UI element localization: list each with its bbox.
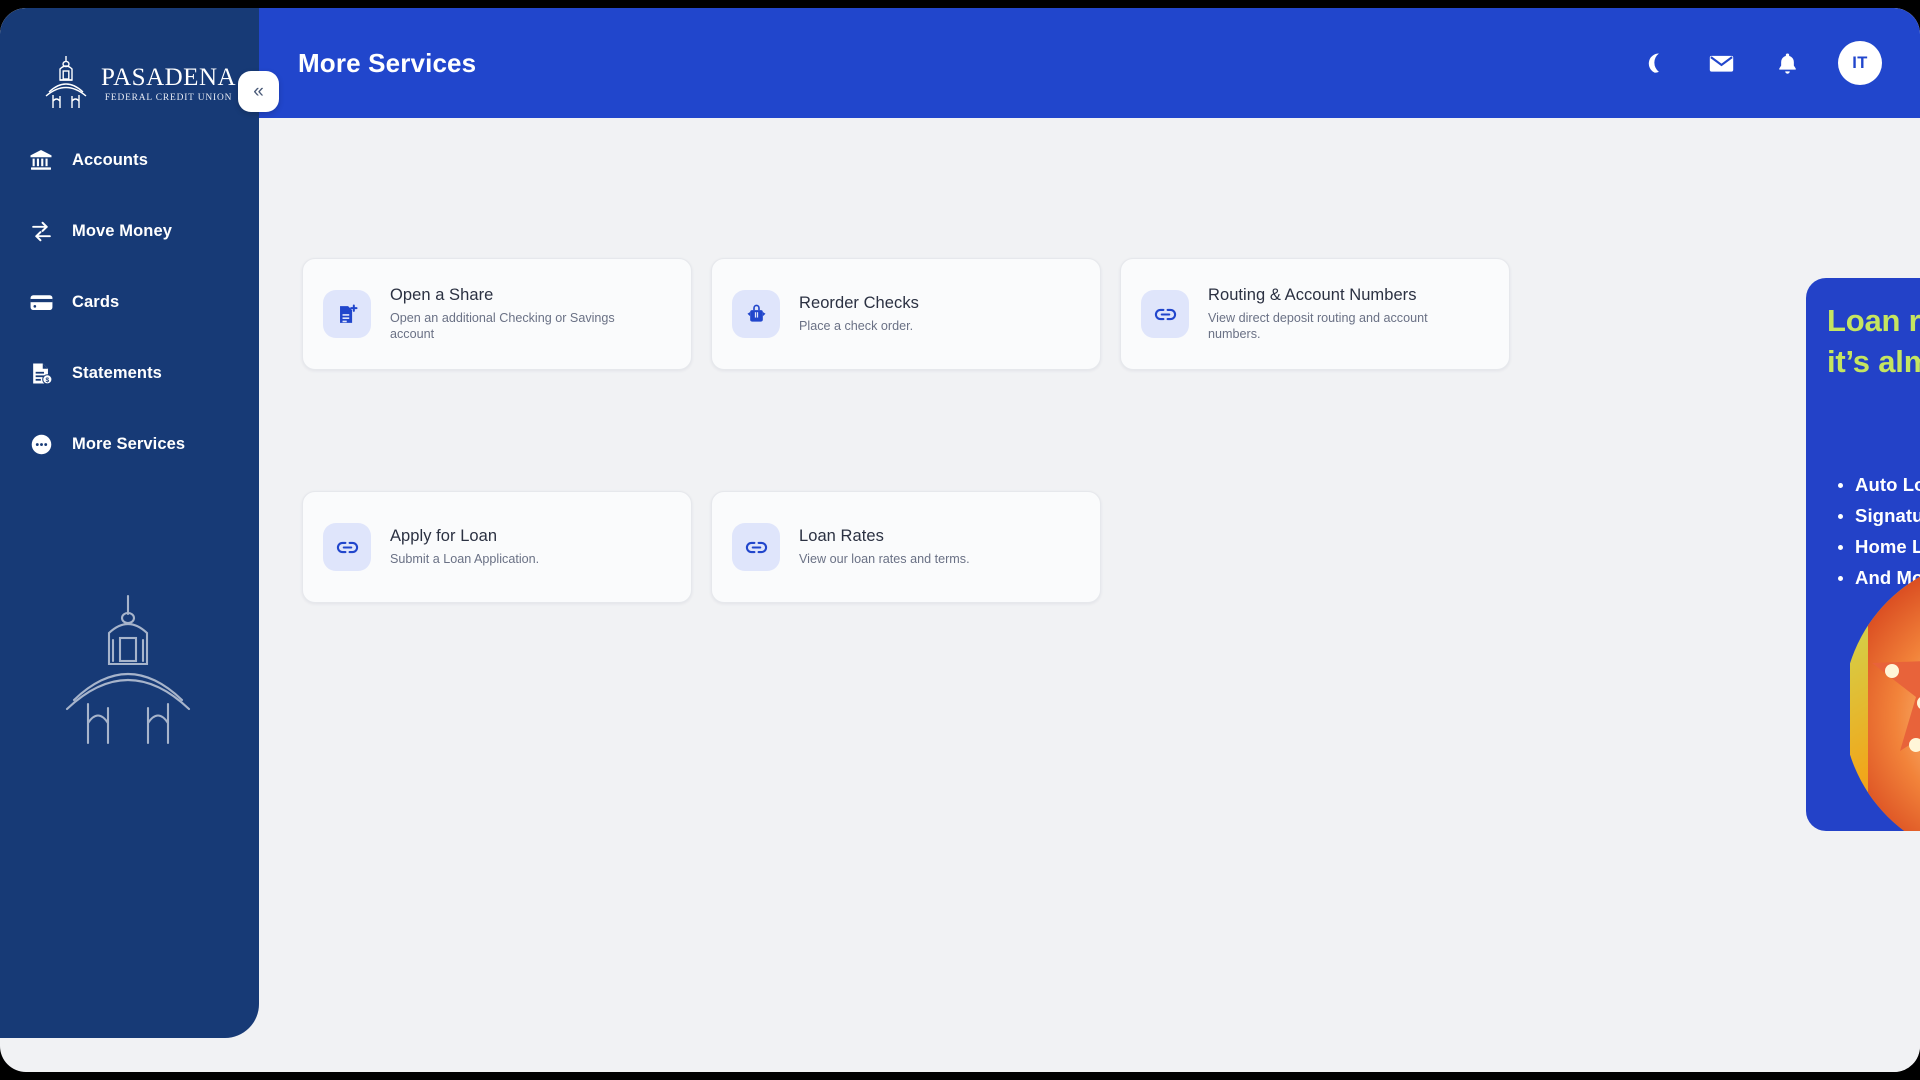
top-header: More Services IT xyxy=(259,8,1920,118)
sidebar-item-statements[interactable]: $ Statements xyxy=(0,349,259,397)
sidebar-item-label: Accounts xyxy=(72,150,148,169)
main-content: Share Services Open a Share Open an addi… xyxy=(259,118,1920,1072)
promo-bullet: Auto Loans xyxy=(1838,474,1920,496)
app-window: PASADENA FEDERAL CREDIT UNION Accounts M… xyxy=(0,8,1920,1072)
card-title: Routing & Account Numbers xyxy=(1208,286,1417,305)
card-open-a-share[interactable]: Open a Share Open an additional Checking… xyxy=(302,258,692,370)
promo-photo xyxy=(1850,549,1920,831)
card-loan-rates[interactable]: Loan Rates View our loan rates and terms… xyxy=(711,491,1101,603)
pasadena-dome-watermark xyxy=(65,594,191,745)
card-text: Open a Share Open an additional Checking… xyxy=(390,286,650,342)
link-icon xyxy=(1141,290,1189,338)
card-routing-account-numbers[interactable]: Routing & Account Numbers View direct de… xyxy=(1120,258,1510,370)
link-icon xyxy=(323,523,371,571)
card-text: Routing & Account Numbers View direct de… xyxy=(1208,286,1468,342)
sidebar-item-label: Cards xyxy=(72,292,120,311)
sidebar-item-cards[interactable]: Cards xyxy=(0,278,259,326)
card-reorder-checks[interactable]: Reorder Checks Place a check order. xyxy=(711,258,1101,370)
card-description: Place a check order. xyxy=(799,318,914,333)
messages-icon[interactable] xyxy=(1706,48,1736,78)
link-icon xyxy=(732,523,780,571)
card-apply-for-loan[interactable]: Apply for Loan Submit a Loan Application… xyxy=(302,491,692,603)
brand-name: PASADENA xyxy=(101,64,237,91)
sidebar-item-label: More Services xyxy=(72,434,186,453)
sidebar-item-accounts[interactable]: Accounts xyxy=(0,136,259,184)
card-title: Loan Rates xyxy=(799,526,884,545)
share-services-card-row: Open a Share Open an additional Checking… xyxy=(302,258,1510,370)
sidebar-item-move-money[interactable]: Move Money xyxy=(0,207,259,255)
document-plus-icon xyxy=(323,290,371,338)
card-description: Submit a Loan Application. xyxy=(390,551,540,566)
header-actions: IT xyxy=(1640,41,1882,85)
card-description: Open an additional Checking or Savings a… xyxy=(390,311,615,341)
sidebar-item-label: Move Money xyxy=(72,221,173,240)
brand-logo[interactable]: PASADENA FEDERAL CREDIT UNION xyxy=(40,50,236,112)
card-text: Apply for Loan Submit a Loan Application… xyxy=(390,527,539,567)
sidebar-collapse-button[interactable]: « xyxy=(238,71,279,112)
avatar[interactable]: IT xyxy=(1838,41,1882,85)
card-title: Open a Share xyxy=(390,286,494,305)
brand-subtitle: FEDERAL CREDIT UNION xyxy=(104,93,233,103)
promo-headline: Loan rates so low, it’s almost magical. xyxy=(1827,303,1920,380)
pasadena-dome-icon xyxy=(45,56,87,108)
loan-services-card-row: Apply for Loan Submit a Loan Application… xyxy=(302,491,1101,603)
card-description: View our loan rates and terms. xyxy=(799,551,970,566)
dark-mode-icon[interactable] xyxy=(1640,48,1670,78)
page-title: More Services xyxy=(298,47,477,78)
card-description: View direct deposit routing and account … xyxy=(1208,311,1428,341)
bank-icon xyxy=(28,147,54,173)
brand-wordmark: PASADENA FEDERAL CREDIT UNION xyxy=(101,59,236,103)
credit-card-icon xyxy=(28,289,54,315)
notifications-icon[interactable] xyxy=(1772,48,1802,78)
promo-bullet: Signature Loans xyxy=(1838,505,1920,527)
card-text: Reorder Checks Place a check order. xyxy=(799,294,919,334)
sidebar: PASADENA FEDERAL CREDIT UNION Accounts M… xyxy=(0,8,259,1038)
promo-banner[interactable]: Loan rates so low, it’s almost magical. … xyxy=(1806,278,1920,831)
sidebar-nav: Accounts Move Money Cards $ Statements M… xyxy=(0,136,259,491)
svg-text:$: $ xyxy=(45,377,49,384)
sidebar-item-label: Statements xyxy=(72,363,162,382)
transfer-arrows-icon xyxy=(28,218,54,244)
ellipsis-circle-icon xyxy=(28,431,54,457)
document-dollar-icon: $ xyxy=(28,360,54,386)
sidebar-item-more-services[interactable]: More Services xyxy=(0,420,259,468)
card-title: Apply for Loan xyxy=(390,526,498,545)
checkbook-icon xyxy=(732,290,780,338)
chevron-double-left-icon: « xyxy=(253,81,264,102)
card-title: Reorder Checks xyxy=(799,293,919,312)
card-text: Loan Rates View our loan rates and terms… xyxy=(799,527,970,567)
